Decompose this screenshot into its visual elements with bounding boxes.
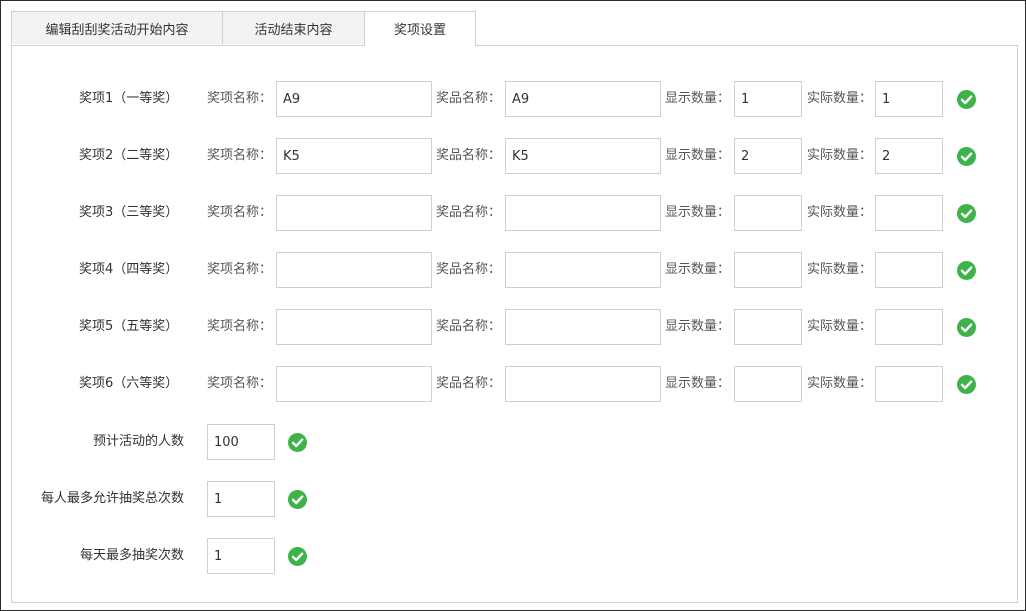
display-count-input[interactable] — [734, 366, 802, 402]
award-name-label: 奖项名称： — [207, 376, 273, 391]
display-count-label: 显示数量： — [665, 376, 731, 391]
prize-level-label: 奖项2（二等奖） — [79, 148, 179, 163]
setting-row: 每人最多允许抽奖总次数 — [0, 481, 1026, 517]
prize-row: 奖项4（四等奖） 奖项名称： 奖品名称： 显示数量： 实际数量： — [0, 252, 1026, 288]
prize-name-input[interactable] — [505, 366, 661, 402]
prize-name-label: 奖品名称： — [436, 319, 502, 334]
prize-name-label: 奖品名称： — [436, 262, 502, 277]
award-name-input[interactable] — [276, 138, 432, 174]
actual-count-input[interactable] — [875, 81, 943, 117]
check-circle-icon — [957, 204, 976, 223]
prize-name-label: 奖品名称： — [436, 91, 502, 106]
prize-name-input[interactable] — [505, 309, 661, 345]
award-name-label: 奖项名称： — [207, 91, 273, 106]
prize-row: 奖项6（六等奖） 奖项名称： 奖品名称： 显示数量： 实际数量： — [0, 366, 1026, 402]
display-count-label: 显示数量： — [665, 205, 731, 220]
actual-count-label: 实际数量： — [807, 319, 873, 334]
setting-label: 每人最多允许抽奖总次数 — [40, 491, 184, 506]
actual-count-label: 实际数量： — [807, 205, 873, 220]
tab-prize-settings[interactable]: 奖项设置 — [364, 11, 476, 46]
setting-label: 每天最多抽奖次数 — [79, 548, 184, 563]
tab-edit-start-content[interactable]: 编辑刮刮奖活动开始内容 — [11, 11, 223, 44]
actual-count-input[interactable] — [875, 195, 943, 231]
prize-level-label: 奖项4（四等奖） — [79, 262, 179, 277]
actual-count-label: 实际数量： — [807, 262, 873, 277]
check-circle-icon — [957, 318, 976, 337]
prize-name-label: 奖品名称： — [436, 376, 502, 391]
prize-name-label: 奖品名称： — [436, 205, 502, 220]
display-count-input[interactable] — [734, 309, 802, 345]
setting-input[interactable] — [207, 538, 275, 574]
prize-name-input[interactable] — [505, 195, 661, 231]
setting-row: 每天最多抽奖次数 — [0, 538, 1026, 574]
check-circle-icon — [957, 375, 976, 394]
setting-label: 预计活动的人数 — [92, 434, 184, 449]
actual-count-input[interactable] — [875, 252, 943, 288]
display-count-input[interactable] — [734, 81, 802, 117]
prize-name-input[interactable] — [505, 81, 661, 117]
actual-count-label: 实际数量： — [807, 376, 873, 391]
setting-row: 预计活动的人数 — [0, 424, 1026, 460]
check-circle-icon — [957, 147, 976, 166]
actual-count-label: 实际数量： — [807, 91, 873, 106]
display-count-label: 显示数量： — [665, 91, 731, 106]
prize-name-input[interactable] — [505, 252, 661, 288]
award-name-input[interactable] — [276, 81, 432, 117]
setting-input[interactable] — [207, 424, 275, 460]
prize-level-label: 奖项3（三等奖） — [79, 205, 179, 220]
display-count-input[interactable] — [734, 195, 802, 231]
actual-count-label: 实际数量： — [807, 148, 873, 163]
actual-count-input[interactable] — [875, 366, 943, 402]
display-count-label: 显示数量： — [665, 262, 731, 277]
display-count-label: 显示数量： — [665, 148, 731, 163]
display-count-input[interactable] — [734, 138, 802, 174]
prize-name-label: 奖品名称： — [436, 148, 502, 163]
display-count-label: 显示数量： — [665, 319, 731, 334]
actual-count-input[interactable] — [875, 138, 943, 174]
award-name-label: 奖项名称： — [207, 148, 273, 163]
prize-row: 奖项1（一等奖） 奖项名称： 奖品名称： 显示数量： 实际数量： — [0, 81, 1026, 117]
prize-level-label: 奖项1（一等奖） — [79, 91, 179, 106]
actual-count-input[interactable] — [875, 309, 943, 345]
tab-bar: 编辑刮刮奖活动开始内容 活动结束内容 奖项设置 — [11, 11, 1018, 46]
prize-level-label: 奖项6（六等奖） — [79, 376, 179, 391]
award-name-input[interactable] — [276, 309, 432, 345]
award-name-input[interactable] — [276, 252, 432, 288]
prize-level-label: 奖项5（五等奖） — [79, 319, 179, 334]
award-name-input[interactable] — [276, 366, 432, 402]
prize-name-input[interactable] — [505, 138, 661, 174]
award-name-label: 奖项名称： — [207, 205, 273, 220]
check-circle-icon — [288, 433, 307, 452]
prize-row: 奖项5（五等奖） 奖项名称： 奖品名称： 显示数量： 实际数量： — [0, 309, 1026, 345]
prize-row: 奖项3（三等奖） 奖项名称： 奖品名称： 显示数量： 实际数量： — [0, 195, 1026, 231]
check-circle-icon — [957, 90, 976, 109]
display-count-input[interactable] — [734, 252, 802, 288]
setting-input[interactable] — [207, 481, 275, 517]
award-name-label: 奖项名称： — [207, 319, 273, 334]
check-circle-icon — [957, 261, 976, 280]
award-name-label: 奖项名称： — [207, 262, 273, 277]
tab-end-content[interactable]: 活动结束内容 — [222, 11, 365, 44]
check-circle-icon — [288, 547, 307, 566]
award-name-input[interactable] — [276, 195, 432, 231]
prize-row: 奖项2（二等奖） 奖项名称： 奖品名称： 显示数量： 实际数量： — [0, 138, 1026, 174]
check-circle-icon — [288, 490, 307, 509]
